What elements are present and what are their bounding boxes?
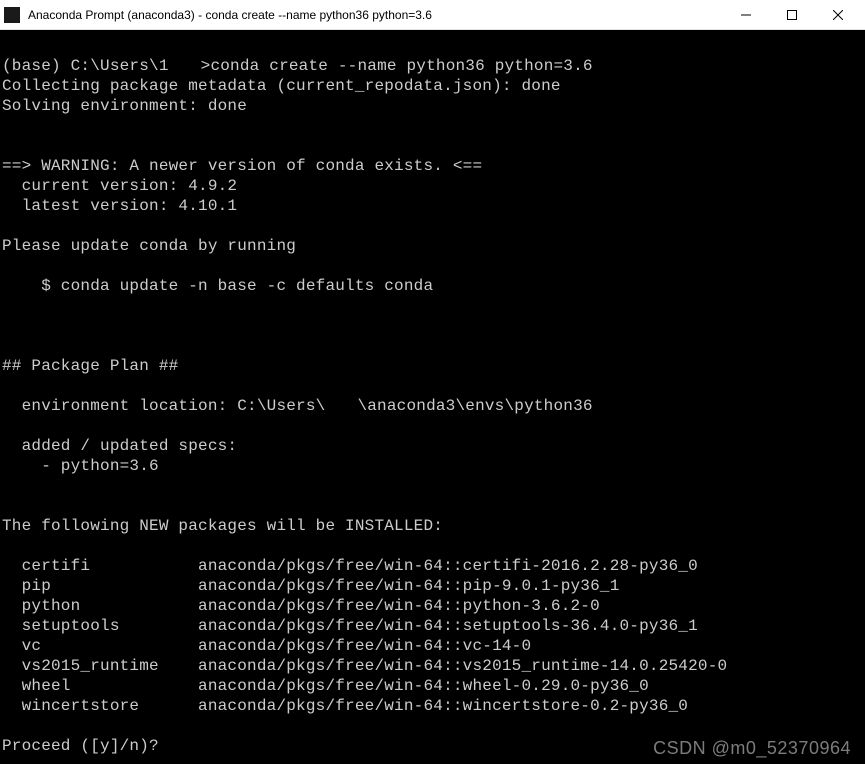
output-line: latest version: 4.10.1 [2, 197, 237, 215]
maximize-button[interactable] [769, 0, 815, 30]
env-location: environment location: C:\Users\\anaconda… [2, 397, 593, 415]
package-list: certifi anaconda/pkgs/free/win-64::certi… [2, 557, 727, 715]
terminal-output[interactable]: (base) C:\Users\1>conda create --name py… [0, 30, 865, 764]
window-title: Anaconda Prompt (anaconda3) - conda crea… [28, 8, 723, 22]
redacted-user [169, 59, 201, 73]
output-line: added / updated specs: [2, 437, 237, 455]
proceed-prompt: Proceed ([y]/n)? [2, 737, 159, 755]
output-line: Collecting package metadata (current_rep… [2, 77, 561, 95]
plan-header: ## Package Plan ## [2, 357, 178, 375]
output-line: current version: 4.9.2 [2, 177, 237, 195]
output-line: $ conda update -n base -c defaults conda [2, 277, 433, 295]
warning-header: ==> WARNING: A newer version of conda ex… [2, 157, 482, 175]
output-line: - python=3.6 [2, 457, 159, 475]
output-line: Please update conda by running [2, 237, 296, 255]
window-titlebar: Anaconda Prompt (anaconda3) - conda crea… [0, 0, 865, 30]
new-packages-header: The following NEW packages will be INSTA… [2, 517, 443, 535]
watermark: CSDN @m0_52370964 [653, 738, 851, 758]
minimize-button[interactable] [723, 0, 769, 30]
close-button[interactable] [815, 0, 861, 30]
app-icon [4, 7, 20, 23]
output-line: Solving environment: done [2, 97, 247, 115]
redacted-user [325, 399, 357, 413]
prompt-line: (base) C:\Users\1>conda create --name py… [2, 57, 593, 75]
